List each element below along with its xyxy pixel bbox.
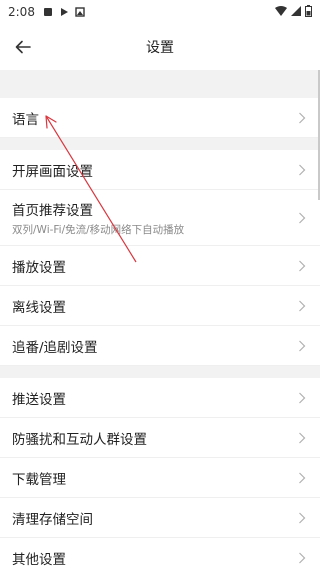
item-label: 其他设置: [12, 551, 66, 568]
item-label: 推送设置: [12, 391, 66, 408]
arrow-left-icon: [15, 40, 31, 54]
signal-icon: [291, 5, 301, 19]
chevron-right-icon: [299, 212, 306, 223]
chevron-right-icon: [299, 340, 306, 351]
settings-item-push[interactable]: 推送设置: [0, 378, 320, 418]
chevron-right-icon: [299, 260, 306, 271]
status-bar: 2:08: [0, 0, 320, 24]
chevron-right-icon: [299, 164, 306, 175]
item-label: 离线设置: [12, 299, 66, 316]
settings-item-anti-harass[interactable]: 防骚扰和互动人群设置: [0, 418, 320, 458]
chevron-right-icon: [299, 392, 306, 403]
status-time: 2:08: [8, 5, 35, 19]
settings-list: 语言 开屏画面设置 首页推荐设置 双列/Wi-Fi/免流/移动网络下自动播放 播…: [0, 70, 320, 569]
page-title: 设置: [146, 40, 174, 56]
settings-item-playback[interactable]: 播放设置: [0, 246, 320, 286]
item-sublabel: 双列/Wi-Fi/免流/移动网络下自动播放: [12, 223, 185, 236]
chevron-right-icon: [299, 432, 306, 443]
item-label: 开屏画面设置: [12, 163, 93, 180]
item-label: 下载管理: [12, 471, 66, 488]
item-label: 追番/追剧设置: [12, 339, 98, 356]
item-label: 首页推荐设置: [12, 202, 93, 219]
play-icon: [59, 7, 69, 17]
chevron-right-icon: [299, 300, 306, 311]
settings-item-offline[interactable]: 离线设置: [0, 286, 320, 326]
settings-item-startup-screen[interactable]: 开屏画面设置: [0, 150, 320, 190]
section-gap: [0, 70, 320, 98]
settings-item-other[interactable]: 其他设置: [0, 538, 320, 569]
item-label: 播放设置: [12, 259, 66, 276]
back-button[interactable]: [12, 36, 34, 58]
section-gap: [0, 138, 320, 150]
settings-item-storage[interactable]: 清理存储空间: [0, 498, 320, 538]
settings-item-language[interactable]: 语言: [0, 98, 320, 138]
chevron-right-icon: [299, 112, 306, 123]
sim-icon: [43, 7, 53, 17]
chevron-right-icon: [299, 472, 306, 483]
image-icon: [75, 7, 85, 17]
chevron-right-icon: [299, 512, 306, 523]
section-gap: [0, 366, 320, 378]
app-header: 设置: [0, 24, 320, 70]
settings-item-home-recommend[interactable]: 首页推荐设置 双列/Wi-Fi/免流/移动网络下自动播放: [0, 190, 320, 246]
settings-item-download[interactable]: 下载管理: [0, 458, 320, 498]
item-label: 语言: [12, 111, 39, 128]
settings-item-follow[interactable]: 追番/追剧设置: [0, 326, 320, 366]
chevron-right-icon: [299, 552, 306, 563]
wifi-icon: [275, 5, 287, 19]
battery-icon: [305, 4, 312, 20]
item-label: 防骚扰和互动人群设置: [12, 431, 147, 448]
item-label: 清理存储空间: [12, 511, 93, 528]
